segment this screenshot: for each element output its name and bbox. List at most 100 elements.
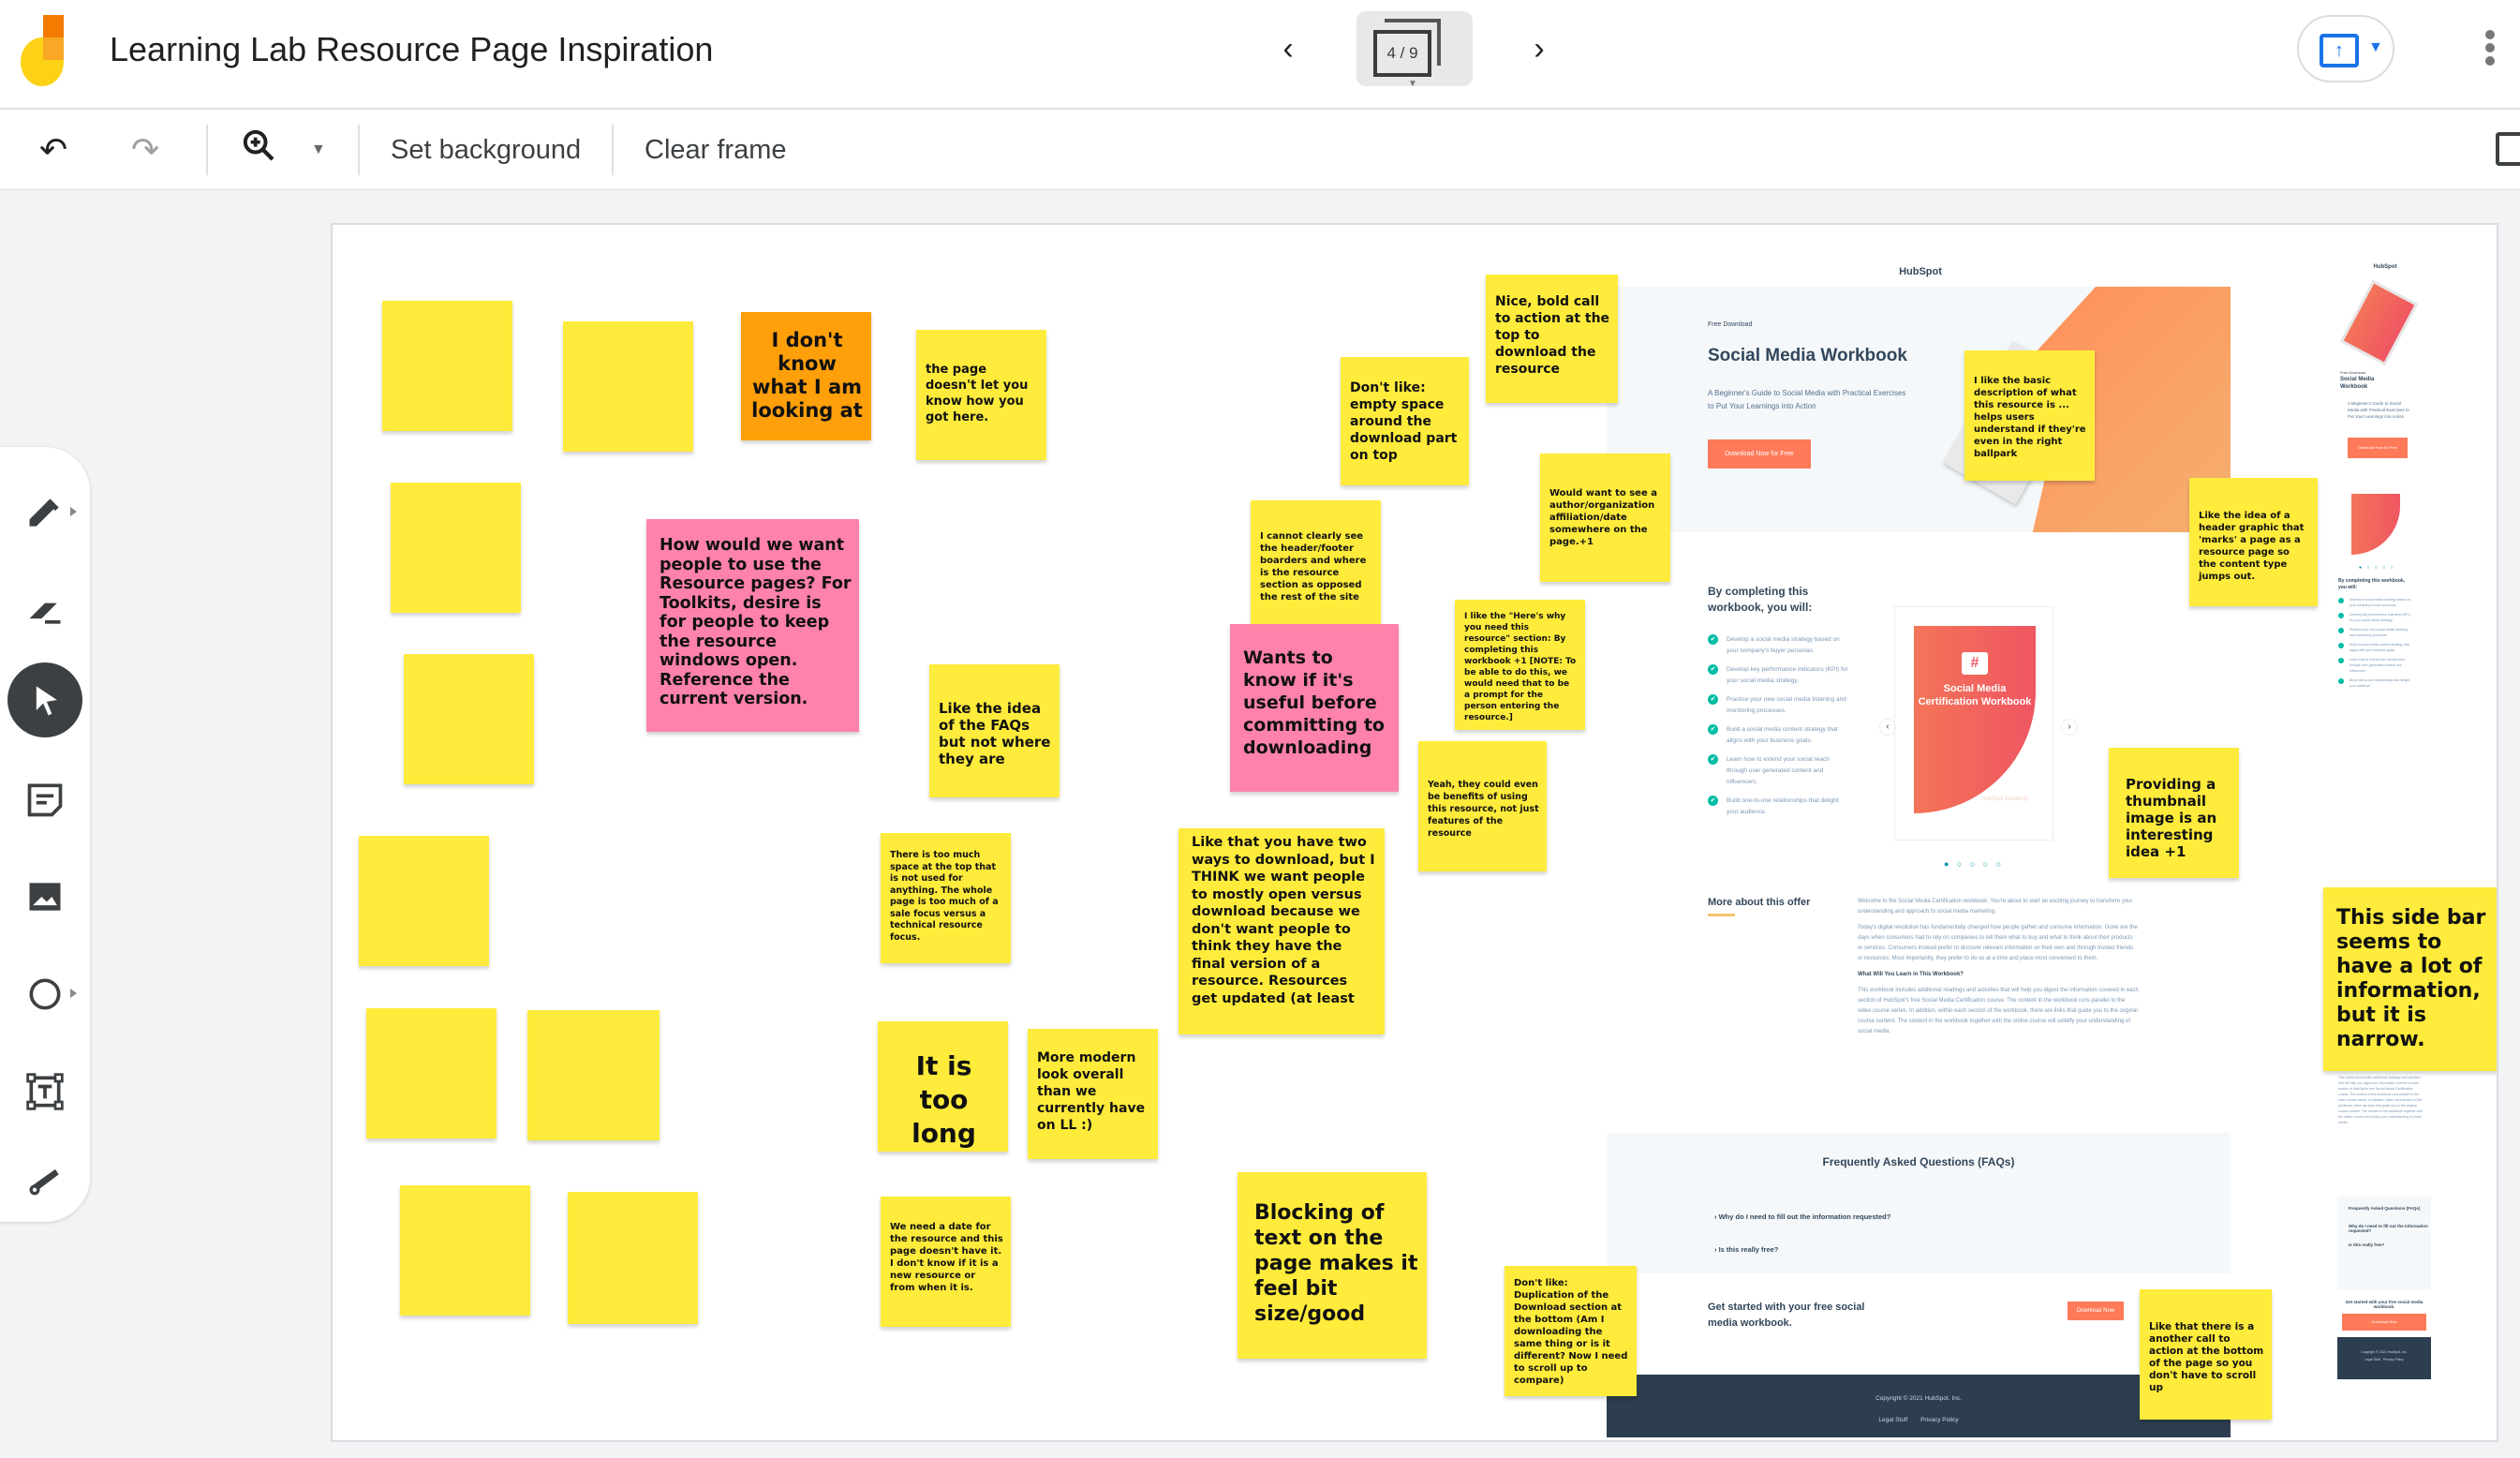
footer-link[interactable]: Legal Stuff [1878, 1417, 1907, 1423]
laser-tool[interactable] [7, 1140, 82, 1215]
sticky-note[interactable]: I cannot clearly see the header/footer b… [1251, 500, 1381, 632]
sticky-note[interactable]: It is too long [878, 1021, 1008, 1152]
sticky-note[interactable]: More modern look overall than we current… [1028, 1029, 1158, 1159]
sticky-note[interactable]: There is too much space at the top that … [881, 833, 1011, 963]
sticky-text: Would want to see a author/organization … [1549, 488, 1657, 547]
sticky-note[interactable] [563, 321, 693, 452]
toolbar-divider [358, 125, 360, 175]
app-header: Learning Lab Resource Page Inspiration ‹… [0, 0, 2520, 110]
present-icon[interactable] [2496, 132, 2520, 166]
frame-bar-toggle[interactable]: 4 / 9 ▼ [1356, 11, 1473, 89]
sticky-note[interactable]: Would want to see a author/organization … [1540, 454, 1670, 582]
sticky-note[interactable] [568, 1192, 698, 1324]
previous-frame-button[interactable]: ‹ [1269, 28, 1307, 69]
toolbar-divider [206, 125, 208, 175]
carousel-dots[interactable]: ● ○ ○ ○ ○ [1944, 859, 2004, 869]
sticky-note[interactable]: How would we want people to use the Reso… [646, 519, 859, 732]
sticky-note[interactable]: I don't know what I am looking at [741, 312, 871, 440]
jam-canvas[interactable]: HubSpot Free Download Social Media Workb… [331, 223, 2498, 1442]
set-background-button[interactable]: Set background [391, 126, 581, 173]
sticky-note[interactable]: Like the idea of a header graphic that '… [2189, 478, 2318, 606]
sticky-note[interactable]: Wants to know if it's useful before comm… [1230, 624, 1399, 792]
text-box-tool[interactable] [7, 1054, 82, 1129]
chevron-down-icon: ▼ [1408, 79, 1417, 89]
download-now-button[interactable]: Download Now for Free [1708, 439, 1811, 469]
sticky-note[interactable]: Like that you have two ways to download,… [1178, 828, 1385, 1034]
sticky-note[interactable]: Yeah, they could even be benefits of usi… [1418, 741, 1547, 871]
mobile-benefits-title: By completing this workbook, you will: [2338, 578, 2406, 590]
hero-section: Free Download Social Media Workbook A Be… [1607, 287, 2231, 532]
footer-link[interactable]: Privacy Policy [1920, 1417, 1958, 1423]
footer-link[interactable]: Privacy Policy [2383, 1358, 2404, 1361]
sticky-note[interactable] [382, 301, 512, 431]
workbook-cover: # Social Media Certification Workbook Hu… [1914, 626, 2036, 813]
text-box-icon [26, 1073, 64, 1110]
sticky-note[interactable]: We need a date for the resource and this… [881, 1197, 1011, 1327]
pen-tool[interactable] [7, 475, 82, 550]
undo-button[interactable]: ↶ [39, 126, 67, 173]
sticky-note[interactable]: the page doesn't let you know how you go… [916, 330, 1046, 460]
carousel-next-button[interactable]: › [2061, 719, 2078, 736]
mobile-faq-item[interactable]: Why do I need to fill out the informatio… [2337, 1211, 2431, 1233]
jam-title[interactable]: Learning Lab Resource Page Inspiration [110, 30, 713, 69]
sticky-text: I cannot clearly see the header/footer b… [1260, 531, 1367, 603]
paragraph: This workbook includes additional readin… [1858, 988, 2139, 1034]
benefits-list: Develop a social media strategy based on… [1708, 634, 1848, 826]
edit-toolbar: ↶ ↷ ▼ Set background Clear frame [0, 110, 2520, 190]
sticky-note[interactable]: This side bar seems to have a lot of inf… [2323, 887, 2497, 1071]
more-about-title: More about this offer [1708, 897, 1811, 908]
sticky-note[interactable] [404, 654, 534, 784]
benefit-item: Learn how to extend your social reach th… [1708, 754, 1848, 788]
faq-item[interactable]: › Why do I need to fill out the informat… [1714, 1213, 1890, 1221]
select-tool[interactable] [7, 662, 82, 737]
mobile-cta-button[interactable]: Download Now [2342, 1314, 2426, 1331]
share-present-button[interactable]: ↑ ▼ [2297, 15, 2394, 82]
hashtag-bubble-icon: # [1962, 652, 1988, 675]
sticky-note[interactable]: I like the "Here's why you need this res… [1455, 600, 1585, 730]
image-tool[interactable] [7, 859, 82, 934]
mobile-carousel-dots[interactable]: ● ○ ○ ○ ○ [2359, 565, 2395, 571]
zoom-dropdown[interactable]: ▼ [311, 126, 326, 173]
clear-frame-button[interactable]: Clear frame [645, 126, 787, 173]
mobile-footer: Copyright © 2021 HubSpot, Inc. Legal Stu… [2337, 1337, 2431, 1379]
more-options-button[interactable] [2481, 28, 2499, 75]
eraser-tool[interactable] [7, 573, 82, 647]
sticky-text: the page doesn't let you know how you go… [926, 363, 1029, 424]
shape-tool[interactable] [7, 957, 82, 1032]
cover-title: Social Media Certification Workbook [1918, 683, 2032, 707]
title-underline [1708, 914, 1735, 916]
mobile-faq-item[interactable]: Is this really free? [2337, 1233, 2431, 1247]
footer-link[interactable]: Legal Stuff [2364, 1358, 2380, 1361]
carousel-prev-button[interactable]: ‹ [1879, 719, 1896, 736]
sticky-note[interactable] [391, 483, 521, 613]
faq-section: Frequently Asked Questions (FAQs) › Why … [1607, 1133, 2231, 1273]
sticky-note[interactable] [359, 836, 489, 966]
sticky-note[interactable] [400, 1185, 530, 1316]
sticky-note[interactable]: Blocking of text on the page makes it fe… [1238, 1172, 1427, 1359]
faq-item[interactable]: › Is this really free? [1714, 1245, 1778, 1254]
sticky-note[interactable] [366, 1008, 497, 1138]
next-frame-button[interactable]: › [1520, 28, 1558, 69]
sticky-text: I don't know what I am looking at [751, 329, 863, 422]
sticky-note[interactable]: Like that there is a another call to act… [2140, 1289, 2272, 1420]
sticky-note-tool[interactable] [7, 762, 82, 837]
sticky-text: This side bar seems to have a lot of inf… [2336, 906, 2486, 1051]
sticky-note[interactable]: Don't like: empty space around the downl… [1341, 357, 1469, 485]
zoom-button[interactable] [240, 126, 277, 173]
sticky-note[interactable]: Like the idea of the FAQs but not where … [929, 664, 1060, 797]
footer-links: Legal Stuff Privacy Policy [1607, 1417, 2231, 1423]
sticky-note[interactable]: Providing a thumbnail image is an intere… [2109, 748, 2239, 878]
mobile-page-screenshot[interactable]: HubSpot Free Download Social Media Workb… [2333, 260, 2438, 1379]
sticky-note[interactable]: Don't like: Duplication of the Download … [1505, 1266, 1637, 1396]
submenu-caret-icon [70, 989, 77, 998]
bottom-cta-text: Get started with your free social media … [1708, 1302, 1865, 1329]
sticky-note[interactable]: I like the basic description of what thi… [1964, 350, 2095, 481]
sticky-note[interactable]: Nice, bold call to action at the top to … [1486, 275, 1618, 403]
jamboard-logo-icon[interactable] [19, 15, 71, 86]
mobile-benefits-list: Develop a social media strategy based on… [2338, 597, 2413, 692]
bottom-download-button[interactable]: Download Now [2068, 1302, 2124, 1320]
mobile-download-button[interactable]: Download Now for Free [2348, 438, 2408, 458]
hero-kicker: Free Download [1708, 321, 1753, 328]
redo-button[interactable]: ↷ [131, 126, 159, 173]
sticky-note[interactable] [527, 1010, 660, 1140]
